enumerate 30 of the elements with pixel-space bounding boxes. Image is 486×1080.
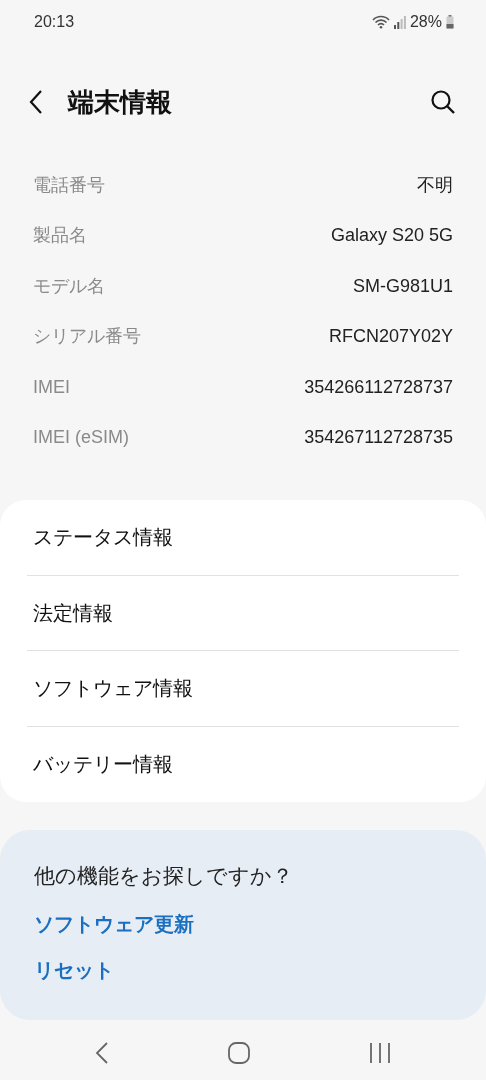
back-key[interactable] — [95, 1041, 109, 1064]
battery-percentage: 28% — [409, 12, 442, 32]
info-label: 製品名 — [33, 224, 87, 248]
home-key[interactable] — [228, 1041, 250, 1064]
info-value: 不明 — [417, 173, 453, 197]
signal-icon — [393, 15, 406, 29]
menu-item[interactable]: バッテリー情報 — [27, 726, 459, 802]
info-value: RFCN207Y02Y — [328, 325, 453, 349]
info-value: Galaxy S20 5G — [330, 224, 453, 248]
search-button[interactable] — [430, 89, 456, 115]
wifi-icon — [371, 15, 390, 29]
menu-item[interactable]: ステータス情報 — [27, 500, 459, 576]
menu-item[interactable]: ソフトウェア情報 — [27, 651, 459, 727]
info-label: IMEI (eSIM) — [33, 426, 129, 450]
info-label: IMEI — [33, 375, 70, 399]
info-value: 354267112728735 — [304, 426, 453, 450]
suggestion-link[interactable]: リセット — [34, 954, 114, 985]
suggestion-link[interactable]: ソフトウェア更新 — [34, 908, 194, 939]
info-value: 354266112728737 — [304, 375, 453, 399]
info-label: モデル名 — [33, 274, 105, 298]
suggestion-title: 他の機能をお探しですか？ — [34, 863, 294, 889]
menu-item[interactable]: 法定情報 — [27, 575, 459, 651]
page-title: 端末情報 — [68, 85, 172, 119]
info-label: 電話番号 — [33, 173, 105, 197]
info-label: シリアル番号 — [33, 325, 141, 349]
battery-icon — [446, 15, 454, 29]
back-button[interactable] — [28, 89, 44, 115]
recents-key[interactable] — [369, 1041, 391, 1064]
clock: 20:13 — [34, 12, 75, 32]
info-value: SM-G981U1 — [352, 274, 453, 298]
